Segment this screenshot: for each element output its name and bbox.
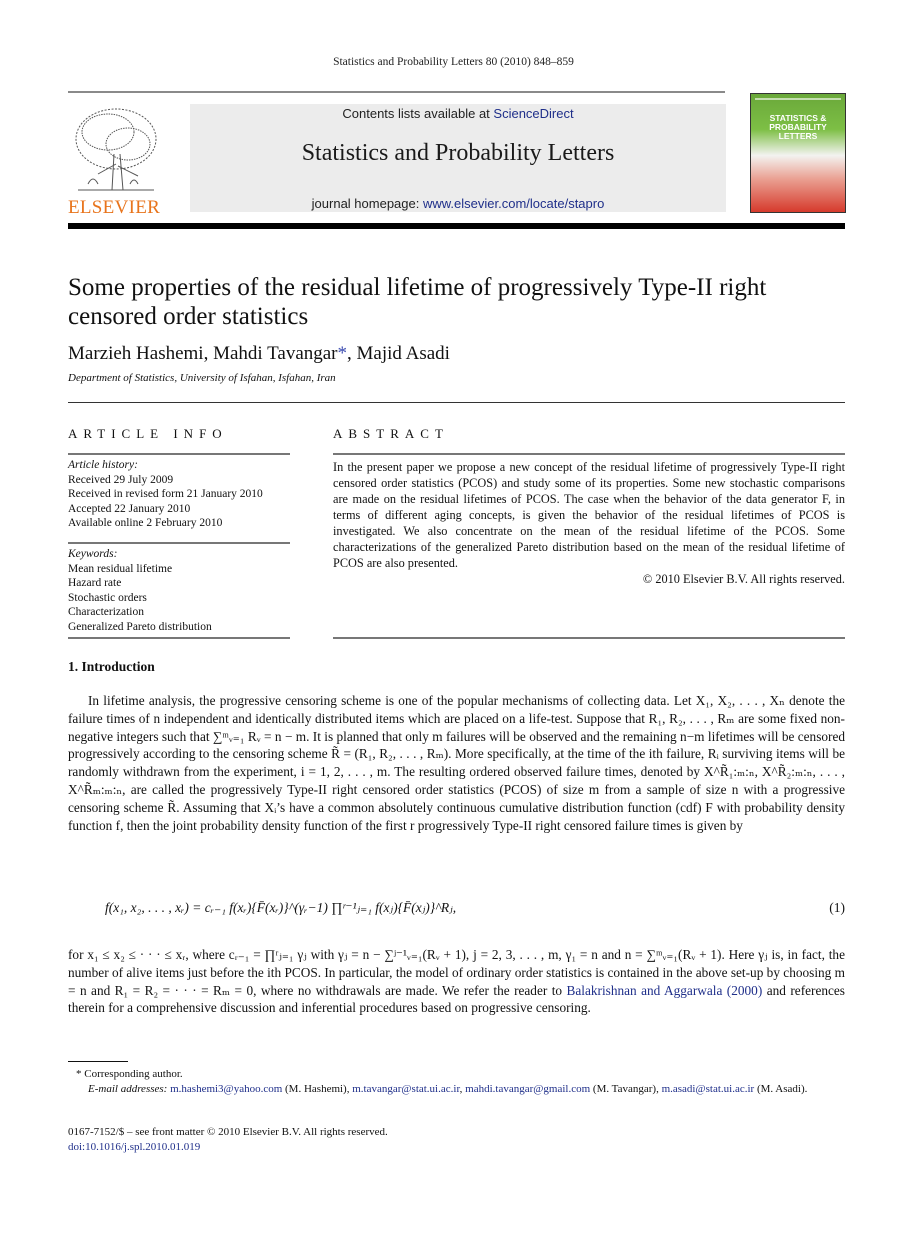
equation-number: (1) xyxy=(829,900,845,915)
cover-title: STATISTICS & PROBABILITY LETTERS xyxy=(751,114,845,141)
article-history: Article history: Received 29 July 2009 R… xyxy=(68,458,290,531)
email-label: E-mail addresses: xyxy=(88,1083,171,1095)
email-owner: (M. Tavangar), xyxy=(590,1083,662,1095)
email-link[interactable]: m.asadi@stat.ui.ac.ir xyxy=(662,1083,755,1095)
history-item: Available online 2 February 2010 xyxy=(68,517,223,529)
sciencedirect-link[interactable]: ScienceDirect xyxy=(493,106,573,121)
equation-body: f(x₁, x₂, . . . , xᵣ) = cᵣ₋₁ f(xᵣ){F̄(xᵣ… xyxy=(105,900,457,915)
contents-prefix: Contents lists available at xyxy=(342,106,494,121)
corresponding-footnote: * Corresponding author. xyxy=(76,1068,183,1080)
keyword: Generalized Pareto distribution xyxy=(68,620,212,633)
header-rule xyxy=(68,91,725,93)
section-rule xyxy=(68,402,845,403)
keyword: Characterization xyxy=(68,606,144,618)
corresponding-text: Corresponding author. xyxy=(84,1068,183,1080)
footnote-rule xyxy=(68,1061,128,1062)
keywords-label: Keywords: xyxy=(68,548,118,560)
author: Mahdi Tavangar xyxy=(213,343,338,364)
email-owner: (M. Hashemi), xyxy=(282,1083,353,1095)
elsevier-logo: ELSEVIER xyxy=(68,104,168,218)
journal-title: Statistics and Probability Letters xyxy=(301,140,615,166)
doi-link[interactable]: doi:10.1016/j.spl.2010.01.019 xyxy=(68,1141,200,1153)
article-info-heading: ARTICLE INFO xyxy=(68,426,228,441)
info-rule xyxy=(68,637,290,639)
journal-homepage-link[interactable]: www.elsevier.com/locate/stapro xyxy=(423,196,604,211)
intro-paragraph: for x₁ ≤ x₂ ≤ · · · ≤ xᵣ, where cᵣ₋₁ = ∏… xyxy=(68,946,845,1017)
contents-line: Contents lists available at ScienceDirec… xyxy=(190,106,726,121)
corresponding-author-mark[interactable]: * xyxy=(338,343,348,364)
affiliation: Department of Statistics, University of … xyxy=(68,372,336,384)
abstract-copyright: © 2010 Elsevier B.V. All rights reserved… xyxy=(642,572,845,586)
section-heading: 1. Introduction xyxy=(68,659,155,674)
info-rule xyxy=(68,542,290,544)
email-link[interactable]: m.tavangar@stat.ui.ac.ir xyxy=(352,1083,459,1095)
email-link[interactable]: m.hashemi3@yahoo.com xyxy=(170,1083,282,1095)
author: Majid Asadi xyxy=(356,343,450,364)
history-item: Received 29 July 2009 xyxy=(68,473,174,486)
email-owner: (M. Asadi). xyxy=(754,1083,808,1095)
masthead-rule xyxy=(68,223,845,229)
citation-link[interactable]: Balakrishnan and Aggarwala (2000) xyxy=(567,983,763,998)
keyword: Hazard rate xyxy=(68,577,122,589)
journal-banner: Contents lists available at ScienceDirec… xyxy=(190,104,726,212)
footnotes: * Corresponding author. E-mail addresses… xyxy=(68,1067,845,1097)
running-header: Statistics and Probability Letters 80 (2… xyxy=(333,56,574,68)
abstract-text: In the present paper we propose a new co… xyxy=(333,460,845,570)
keywords: Keywords: Mean residual lifetime Hazard … xyxy=(68,547,290,634)
cover-line: LETTERS xyxy=(778,131,818,141)
journal-cover: STATISTICS & PROBABILITY LETTERS xyxy=(750,93,846,213)
keyword: Mean residual lifetime xyxy=(68,562,173,575)
info-rule xyxy=(68,453,290,455)
cover-header-strip xyxy=(755,98,841,100)
paragraph-text: for x₁ ≤ x₂ ≤ · · · ≤ xᵣ, where cᵣ₋₁ = ∏… xyxy=(68,946,845,1017)
abstract-rule xyxy=(333,453,845,455)
abstract-heading: ABSTRACT xyxy=(333,426,449,441)
abstract: In the present paper we propose a new co… xyxy=(333,459,845,587)
publisher-wordmark: ELSEVIER xyxy=(68,197,161,218)
homepage-prefix: journal homepage: xyxy=(311,196,423,211)
abstract-rule xyxy=(333,637,845,639)
tree-icon xyxy=(68,104,164,194)
paragraph-text: In lifetime analysis, the progressive ce… xyxy=(68,693,845,833)
front-matter-text: 0167-7152/$ – see front matter © 2010 El… xyxy=(68,1126,388,1138)
history-item: Received in revised form 21 January 2010 xyxy=(68,488,263,500)
equation-1: f(x₁, x₂, . . . , xᵣ) = cᵣ₋₁ f(xᵣ){F̄(xᵣ… xyxy=(105,888,845,933)
intro-paragraph: In lifetime analysis, the progressive ce… xyxy=(68,692,845,834)
author-list: Marzieh Hashemi, Mahdi Tavangar*, Majid … xyxy=(68,343,450,364)
history-label: Article history: xyxy=(68,459,138,471)
email-footnote: E-mail addresses: m.hashemi3@yahoo.com (… xyxy=(68,1082,845,1097)
front-matter: 0167-7152/$ – see front matter © 2010 El… xyxy=(68,1125,845,1155)
history-item: Accepted 22 January 2010 xyxy=(68,502,191,515)
author: Marzieh Hashemi xyxy=(68,343,204,364)
email-link[interactable]: mahdi.tavangar@gmail.com xyxy=(465,1083,590,1095)
keyword: Stochastic orders xyxy=(68,591,147,604)
article-title: Some properties of the residual lifetime… xyxy=(68,274,767,330)
homepage-line: journal homepage: www.elsevier.com/locat… xyxy=(190,196,726,211)
